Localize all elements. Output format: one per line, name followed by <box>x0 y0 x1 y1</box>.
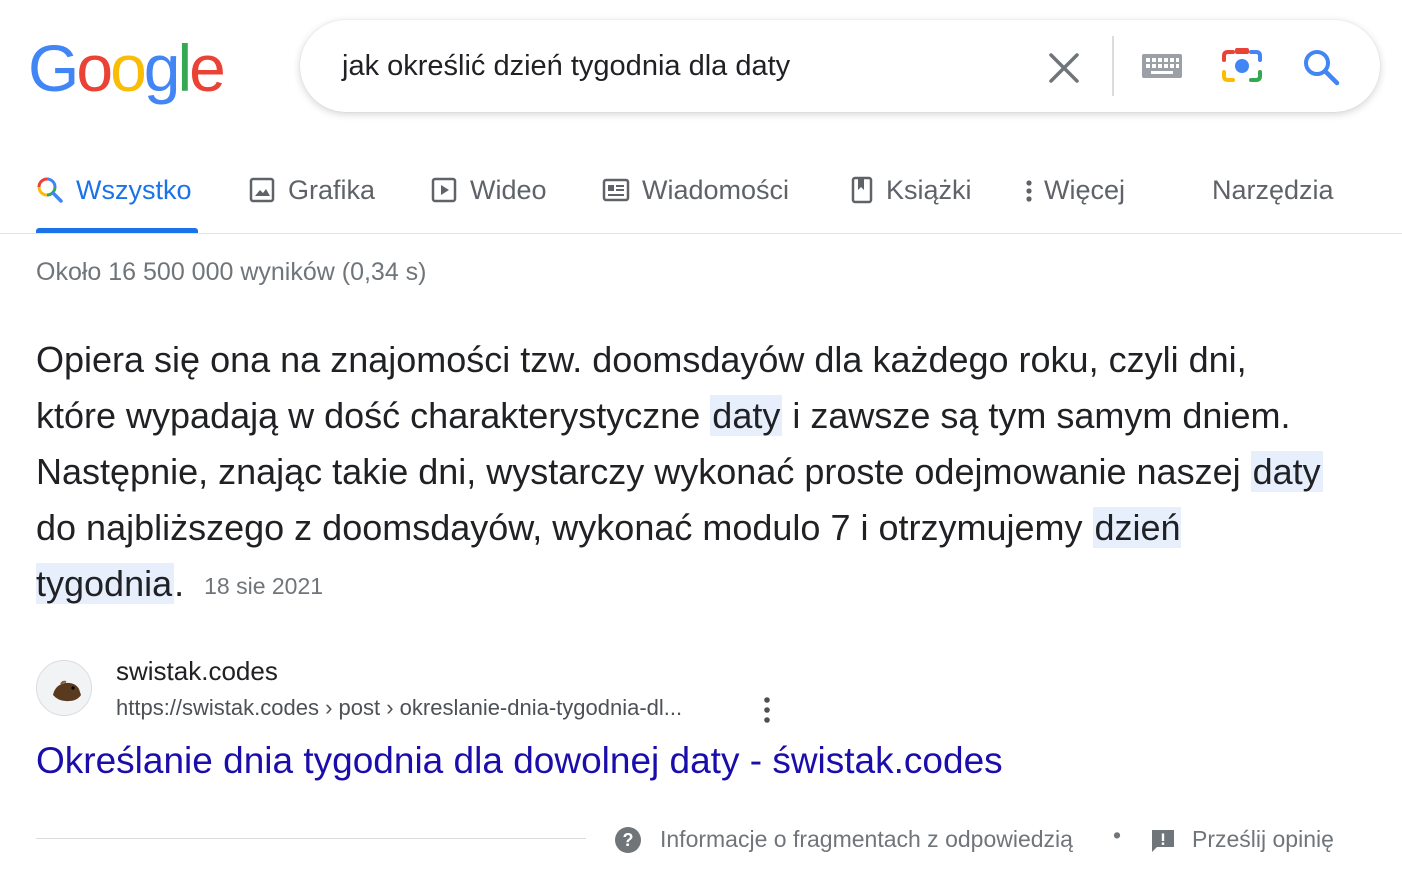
tools-button[interactable]: Narzędzia <box>1212 170 1334 210</box>
tab-images-label: Grafika <box>288 174 376 205</box>
marmot-icon <box>53 680 81 702</box>
tab-video-label: Wideo <box>470 174 547 205</box>
image-icon <box>249 177 275 203</box>
logo-letter: G <box>28 31 79 105</box>
search-divider <box>1112 36 1114 96</box>
more-vertical-icon <box>1026 180 1032 202</box>
search-icon <box>1304 50 1340 86</box>
snippet-highlight: daty <box>710 395 783 436</box>
tab-images[interactable]: Grafika <box>248 170 375 210</box>
logo-letter: e <box>189 31 226 105</box>
logo-letter: l <box>177 31 193 105</box>
site-url[interactable]: https://swistak.codes › post › okreslani… <box>116 695 682 721</box>
tab-more[interactable]: Więcej <box>1022 170 1125 210</box>
tab-all-label: Wszystko <box>76 174 192 205</box>
close-icon <box>1049 53 1079 83</box>
tab-news[interactable]: Wiadomości <box>602 170 789 210</box>
feedback-button[interactable] <box>1150 828 1176 854</box>
news-icon <box>602 178 630 202</box>
more-vertical-icon <box>764 697 770 723</box>
featured-snippet: Opiera się ona na znajomości tzw. doomsd… <box>36 332 1336 614</box>
result-more-button[interactable] <box>756 692 778 728</box>
video-icon <box>431 177 457 203</box>
search-input[interactable]: jak określić dzień tygodnia dla daty <box>342 46 790 86</box>
keyboard-icon <box>1142 54 1182 78</box>
help-icon: ? <box>615 827 641 853</box>
svg-text:?: ? <box>623 830 634 850</box>
snippet-date: 18 sie 2021 <box>204 573 324 599</box>
image-search-button[interactable] <box>1220 46 1264 86</box>
search-button[interactable] <box>1300 46 1342 88</box>
help-button[interactable]: ? <box>614 826 642 854</box>
book-icon <box>851 176 873 204</box>
feedback-icon <box>1152 830 1174 852</box>
logo-letter: o <box>110 31 147 105</box>
footer-divider <box>36 838 586 839</box>
footer-separator: • <box>1113 822 1122 848</box>
snippet-highlight: daty <box>1250 451 1323 492</box>
google-lens-icon <box>1222 48 1262 82</box>
site-favicon[interactable] <box>36 660 92 716</box>
keyboard-button[interactable] <box>1140 50 1184 82</box>
tab-news-label: Wiadomości <box>642 174 790 205</box>
logo-letter: g <box>143 31 181 105</box>
site-name[interactable]: swistak.codes <box>116 656 278 687</box>
logo-letter: o <box>76 31 113 105</box>
tab-all[interactable]: Wszystko <box>36 170 192 210</box>
feedback-link[interactable]: Prześlij opinię <box>1192 826 1334 853</box>
result-stats: Około 16 500 000 wyników (0,34 s) <box>36 258 427 286</box>
tab-more-label: Więcej <box>1044 174 1126 205</box>
multicolor-search-icon <box>37 177 63 203</box>
tab-books[interactable]: Książki <box>850 170 972 210</box>
result-title-link[interactable]: Określanie dnia tygodnia dla dowolnej da… <box>36 740 1003 782</box>
search-tabs: Wszystko Grafika Wideo Wiadomości Książk… <box>0 160 1402 234</box>
search-box: jak określić dzień tygodnia dla daty <box>300 20 1380 112</box>
active-tab-indicator <box>36 228 198 233</box>
search-results-page: G o o g l e jak określić dzień tygodnia … <box>0 0 1402 888</box>
tools-label: Narzędzia <box>1212 174 1334 205</box>
snippet-text: do najbliższego z doomsdayów, wykonać mo… <box>36 507 1093 548</box>
snippet-text: . <box>174 563 185 604</box>
tab-books-label: Książki <box>886 174 972 205</box>
tab-video[interactable]: Wideo <box>430 170 547 210</box>
clear-search-button[interactable] <box>1044 48 1084 88</box>
snippet-info-link[interactable]: Informacje o fragmentach z odpowiedzią <box>660 826 1073 853</box>
google-logo[interactable]: G o o g l e <box>28 30 226 106</box>
